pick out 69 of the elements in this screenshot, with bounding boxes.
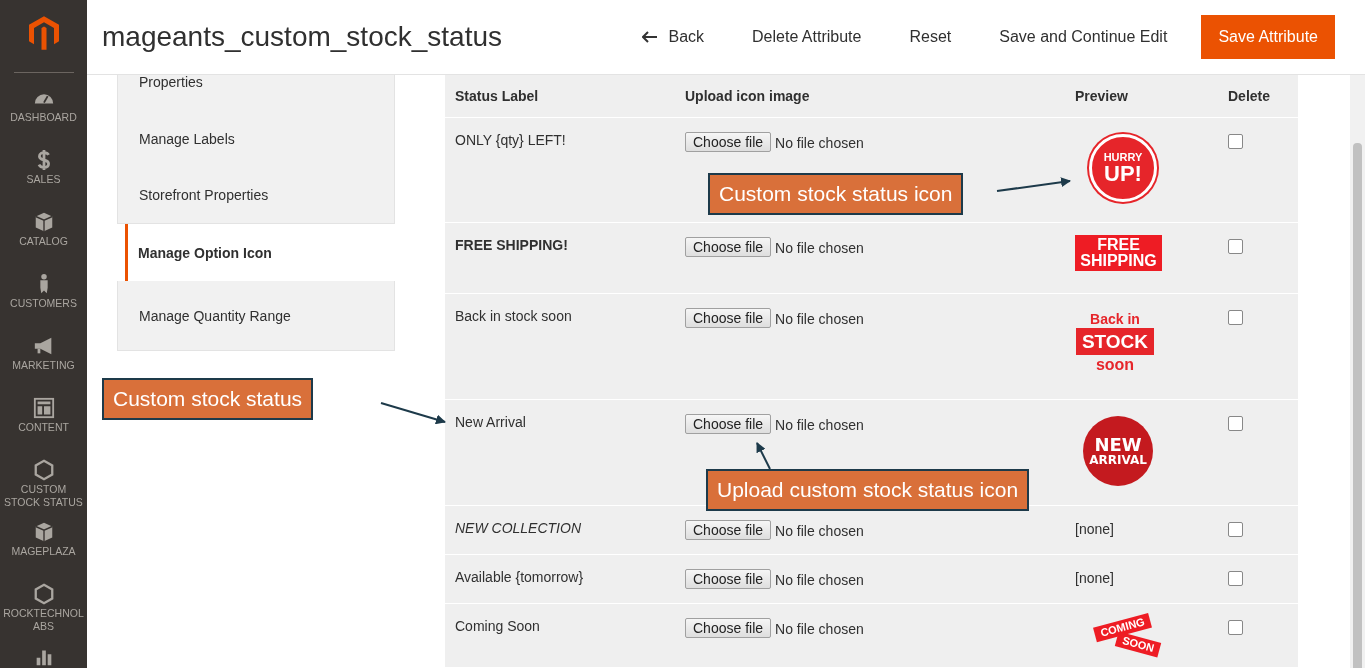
file-name-text: No file chosen: [775, 522, 864, 539]
layout-icon: [32, 397, 55, 419]
status-label: NEW COLLECTION: [454, 519, 582, 538]
banner-badge: FREE SHIPPING: [1075, 235, 1162, 271]
sidebar-menu-item[interactable]: DASHBOARD: [0, 85, 87, 147]
callout-arrow: [756, 442, 771, 470]
tab[interactable]: Storefront Properties: [117, 167, 395, 224]
action-button[interactable]: Save and Continue Edit: [977, 16, 1190, 58]
ribbon-badge: COMING SOON: [1075, 612, 1171, 660]
status-label: Coming Soon: [454, 617, 541, 636]
status-label: Available {tomorrow}: [454, 568, 585, 587]
stock-badge: Back in STOCK soon: [1075, 312, 1155, 373]
arrow-left-icon: [642, 31, 659, 43]
action-button[interactable]: Reset: [887, 16, 974, 58]
file-name-text: No file chosen: [775, 620, 864, 637]
sidebar-menu-item[interactable]: ROCKTECHNOL ABS: [0, 581, 87, 643]
save-button[interactable]: Save Attribute: [1201, 15, 1335, 59]
tab[interactable]: Manage Labels: [117, 110, 395, 167]
delete-checkbox[interactable]: [1228, 416, 1243, 431]
file-name-text: No file chosen: [775, 571, 864, 588]
choose-file-button[interactable]: Choose file: [685, 520, 772, 540]
sidebar-menu-item[interactable]: CUSTOMERS: [0, 271, 87, 333]
choose-file-button[interactable]: Choose file: [685, 414, 772, 434]
delete-checkbox[interactable]: [1228, 522, 1243, 537]
choose-file-button[interactable]: Choose file: [685, 132, 772, 152]
file-name-text: No file chosen: [775, 416, 864, 433]
tab[interactable]: Manage Quantity Range: [117, 281, 395, 351]
column-header: Delete: [1227, 88, 1272, 104]
callout-label: Custom stock status icon: [708, 173, 964, 215]
delete-checkbox[interactable]: [1228, 134, 1243, 149]
back-button[interactable]: Back: [620, 16, 727, 58]
status-label: Back in stock soon: [454, 307, 573, 326]
alarm-clock-badge: HURRY UP!: [1089, 134, 1157, 202]
status-label: New Arrival: [454, 413, 527, 432]
choose-file-button[interactable]: Choose file: [685, 237, 772, 257]
column-header: Preview: [1074, 88, 1129, 104]
status-label: FREE SHIPPING!: [454, 236, 569, 255]
sidebar-menu-item[interactable]: CUSTOM STOCK STATUS: [0, 457, 87, 519]
callout-label: Upload custom stock status icon: [706, 469, 1030, 511]
sidebar-menu-item[interactable]: CATALOG: [0, 209, 87, 271]
column-header: Upload icon image: [684, 88, 811, 104]
status-label: ONLY {qty} LEFT!: [454, 131, 567, 150]
scrollbar-drawing[interactable]: [1350, 75, 1365, 668]
delete-checkbox[interactable]: [1228, 310, 1243, 325]
sidebar-menu-item[interactable]: CONTENT: [0, 395, 87, 457]
column-header: Status Label: [454, 88, 540, 104]
sidebar-menu-item[interactable]: MAGEPLAZA: [0, 519, 87, 581]
page-title: mageants_custom_stock_status: [102, 21, 503, 53]
delete-checkbox[interactable]: [1228, 239, 1243, 254]
choose-file-button[interactable]: Choose file: [685, 618, 772, 638]
callout-label: Custom stock status: [102, 378, 314, 420]
preview-text: [none]: [1075, 520, 1114, 537]
action-button[interactable]: Delete Attribute: [730, 16, 884, 58]
hexagon-icon: [32, 583, 55, 605]
preview-text: [none]: [1075, 569, 1114, 586]
delete-checkbox[interactable]: [1228, 571, 1243, 586]
sidebar-menu-item[interactable]: SALES: [0, 147, 87, 209]
magento-logo[interactable]: [28, 14, 59, 52]
seal-badge: NEW ARRIVAL: [1083, 416, 1153, 486]
file-name-text: No file chosen: [775, 134, 864, 151]
choose-file-button[interactable]: Choose file: [685, 569, 772, 589]
delete-checkbox[interactable]: [1228, 620, 1243, 635]
tab[interactable]: Properties: [117, 75, 395, 110]
choose-file-button[interactable]: Choose file: [685, 308, 772, 328]
hexagon-icon: [32, 459, 55, 481]
sidebar-menu-item[interactable]: MARKETING: [0, 333, 87, 395]
file-name-text: No file chosen: [775, 239, 864, 256]
file-name-text: No file chosen: [775, 310, 864, 327]
callout-arrow: [380, 402, 446, 425]
